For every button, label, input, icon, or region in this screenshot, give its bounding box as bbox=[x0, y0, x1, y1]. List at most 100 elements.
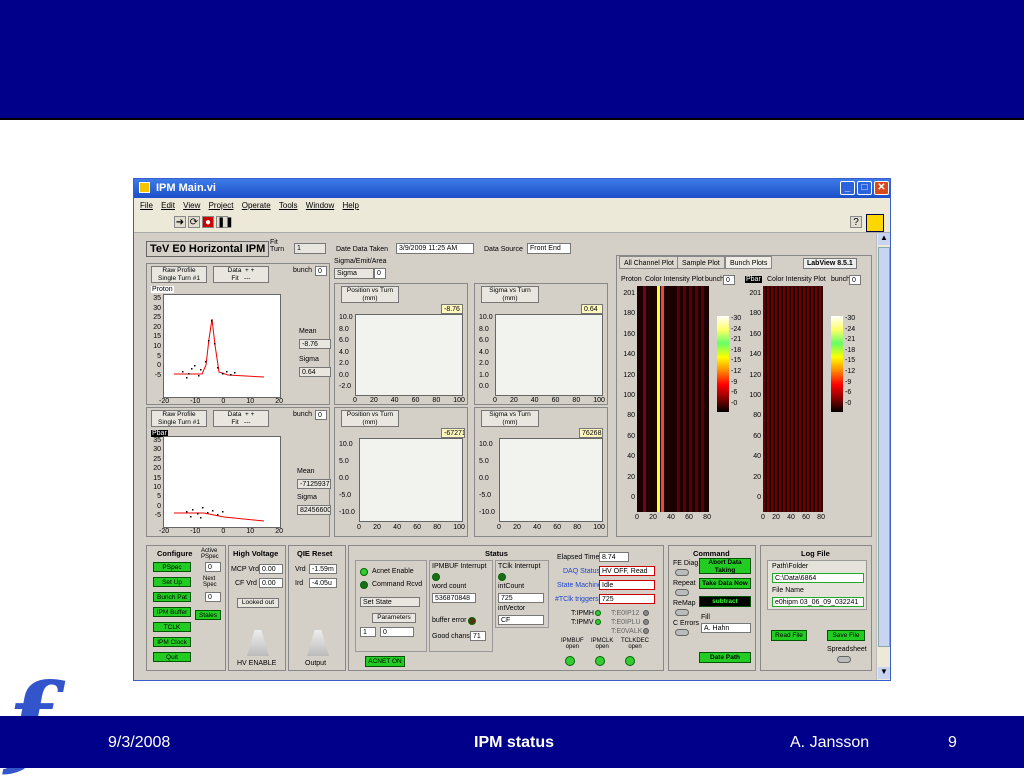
toolbar: ➜ ⟳ ● ❚❚ ? bbox=[134, 213, 890, 233]
bunch-input[interactable]: 0 bbox=[315, 410, 327, 420]
tclk-button[interactable]: TCLK bbox=[153, 622, 191, 632]
help-icon[interactable]: ? bbox=[850, 216, 862, 228]
tab-bunch-plots[interactable]: Bunch Plots bbox=[725, 256, 773, 269]
quit-button[interactable]: Quit bbox=[153, 652, 191, 662]
ipm-clock-button[interactable]: IPM Clock bbox=[153, 637, 191, 647]
c-errors-toggle[interactable] bbox=[675, 629, 689, 636]
set-state-select[interactable]: Set State bbox=[360, 597, 420, 607]
output-switch-icon[interactable] bbox=[307, 630, 329, 656]
y-tick: 140 bbox=[749, 351, 761, 359]
abort-data-taking-button[interactable]: Abort Data Taking bbox=[699, 558, 751, 574]
raw-profile-button[interactable]: Raw Profile Single Turn #1 bbox=[151, 266, 207, 283]
x-tick: 80 bbox=[572, 397, 581, 404]
x-tick: 80 bbox=[703, 514, 711, 521]
abort-icon[interactable]: ● bbox=[202, 216, 214, 228]
menu-view[interactable]: View bbox=[183, 201, 200, 210]
spreadsheet-toggle[interactable] bbox=[837, 656, 851, 663]
y-tick: 20 bbox=[153, 323, 161, 331]
param-index-field[interactable]: 1 bbox=[360, 627, 376, 637]
bunch-input[interactable]: 0 bbox=[315, 266, 327, 276]
front-panel: TeV E0 Horizontal IPM Fit Turn 1 Date Da… bbox=[134, 233, 876, 680]
close-button[interactable]: ✕ bbox=[874, 181, 889, 195]
menu-file[interactable]: File bbox=[140, 201, 153, 210]
pspec-button[interactable]: PSpec bbox=[153, 562, 191, 572]
x-tick: 0 bbox=[357, 524, 361, 531]
y-tick: 2.0 bbox=[479, 360, 489, 367]
path-folder-field[interactable]: C:\Data\6864 bbox=[772, 573, 864, 583]
menu-operate[interactable]: Operate bbox=[242, 201, 271, 210]
scroll-up-icon[interactable]: ▲ bbox=[878, 233, 890, 245]
sigma-select[interactable]: Sigma bbox=[334, 268, 374, 279]
x-tick: 0 bbox=[221, 398, 226, 405]
panel-title: TeV E0 Horizontal IPM bbox=[146, 241, 270, 257]
vertical-scrollbar[interactable]: ▲ ▼ bbox=[876, 233, 890, 680]
acnet-on-button[interactable]: ACNET ON bbox=[365, 656, 405, 667]
y-tick: 180 bbox=[749, 310, 761, 318]
take-data-now-button[interactable]: Take Data Now bbox=[699, 578, 751, 589]
fe-diag-toggle[interactable] bbox=[675, 569, 689, 576]
parameters-button[interactable]: Parameters bbox=[372, 613, 416, 623]
subtract-button[interactable]: subtract bbox=[699, 596, 751, 607]
menu-tools[interactable]: Tools bbox=[279, 201, 298, 210]
read-file-button[interactable]: Read File bbox=[771, 630, 807, 641]
qie-vrd-field: -1.59m bbox=[309, 564, 337, 574]
t-ipmh-led bbox=[595, 610, 601, 616]
y-tick: 10 bbox=[153, 484, 161, 492]
param-value-field[interactable]: 0 bbox=[380, 627, 414, 637]
pause-icon[interactable]: ❚❚ bbox=[216, 216, 234, 228]
x-tick: 0 bbox=[497, 524, 501, 531]
repeat-toggle[interactable] bbox=[675, 589, 689, 596]
spreadsheet-label: Spreadsheet bbox=[827, 646, 867, 653]
bunch-input-left[interactable]: 0 bbox=[723, 275, 735, 285]
daq-status-field: HV OFF, Read bbox=[599, 566, 655, 576]
date-path-button[interactable]: Date Path bbox=[699, 652, 751, 663]
run-continuously-icon[interactable]: ⟳ bbox=[188, 216, 200, 228]
profile-y-axis: 35 30 25 20 15 10 5 0 -5 bbox=[149, 436, 161, 521]
y-tick: 5.0 bbox=[479, 458, 489, 465]
tab-all-channel-plot[interactable]: All Channel Plot bbox=[619, 256, 679, 269]
word-count-label: word count bbox=[432, 583, 467, 590]
ipm-buffer-button[interactable]: IPM Buffer bbox=[153, 607, 191, 617]
menu-project[interactable]: Project bbox=[209, 201, 234, 210]
file-name-field[interactable]: e0hipm 03_06_09_032241 bbox=[772, 597, 864, 607]
fit-turn-label: Fit Turn bbox=[270, 239, 285, 253]
intensity-title-right: Color Intensity Plot bbox=[767, 276, 826, 283]
hv-enable-switch-icon[interactable] bbox=[247, 630, 269, 656]
remap-toggle[interactable] bbox=[675, 609, 689, 616]
scale-tick: -24 bbox=[731, 325, 742, 333]
y-tick: -5 bbox=[154, 371, 161, 379]
sigma-x-axis: 0 20 40 60 80 100 bbox=[497, 524, 605, 531]
ipmbuf-led bbox=[432, 573, 440, 581]
x-tick: 80 bbox=[433, 524, 442, 531]
save-file-button[interactable]: Save File bbox=[827, 630, 865, 641]
maximize-button[interactable]: □ bbox=[857, 181, 872, 195]
menu-window[interactable]: Window bbox=[306, 201, 334, 210]
scroll-thumb[interactable] bbox=[878, 247, 890, 647]
set-up-button[interactable]: Set Up bbox=[153, 577, 191, 587]
raw-profile-button[interactable]: Raw Profile Single Turn #1 bbox=[151, 410, 207, 427]
x-tick: 100 bbox=[453, 397, 465, 404]
fit-turn-input[interactable]: 1 bbox=[294, 243, 326, 254]
stales-button[interactable]: Stales bbox=[195, 610, 221, 620]
cf-vrd-field: 0.00 bbox=[259, 578, 283, 588]
looked-out-button[interactable]: Looked out bbox=[237, 598, 279, 608]
vi-icon bbox=[866, 214, 884, 232]
bunch-input-right[interactable]: 0 bbox=[849, 275, 861, 285]
y-tick: 4.0 bbox=[479, 348, 489, 356]
x-tick: 0 bbox=[353, 397, 357, 404]
scroll-down-icon[interactable]: ▼ bbox=[878, 667, 890, 679]
minimize-button[interactable]: _ bbox=[840, 181, 855, 195]
y-tick: -5.0 bbox=[479, 492, 492, 499]
tab-sample-plot[interactable]: Sample Plot bbox=[677, 256, 725, 269]
run-arrow-icon[interactable]: ➜ bbox=[174, 216, 186, 228]
sigma-y-axis: 10.0 5.0 0.0 -5.0 -10.0 bbox=[479, 436, 495, 521]
menu-edit[interactable]: Edit bbox=[161, 201, 175, 210]
menu-help[interactable]: Help bbox=[342, 201, 358, 210]
y-tick: 180 bbox=[623, 310, 635, 318]
qie-reset-title: QIE Reset bbox=[297, 549, 333, 558]
y-tick: 6.0 bbox=[479, 337, 489, 344]
position-x-axis: 0 20 40 60 80 100 bbox=[353, 397, 465, 404]
buffer-error-label: buffer error bbox=[432, 617, 467, 624]
bunch-pat-button[interactable]: Bunch Pat bbox=[153, 592, 191, 602]
x-tick: 0 bbox=[635, 514, 639, 521]
